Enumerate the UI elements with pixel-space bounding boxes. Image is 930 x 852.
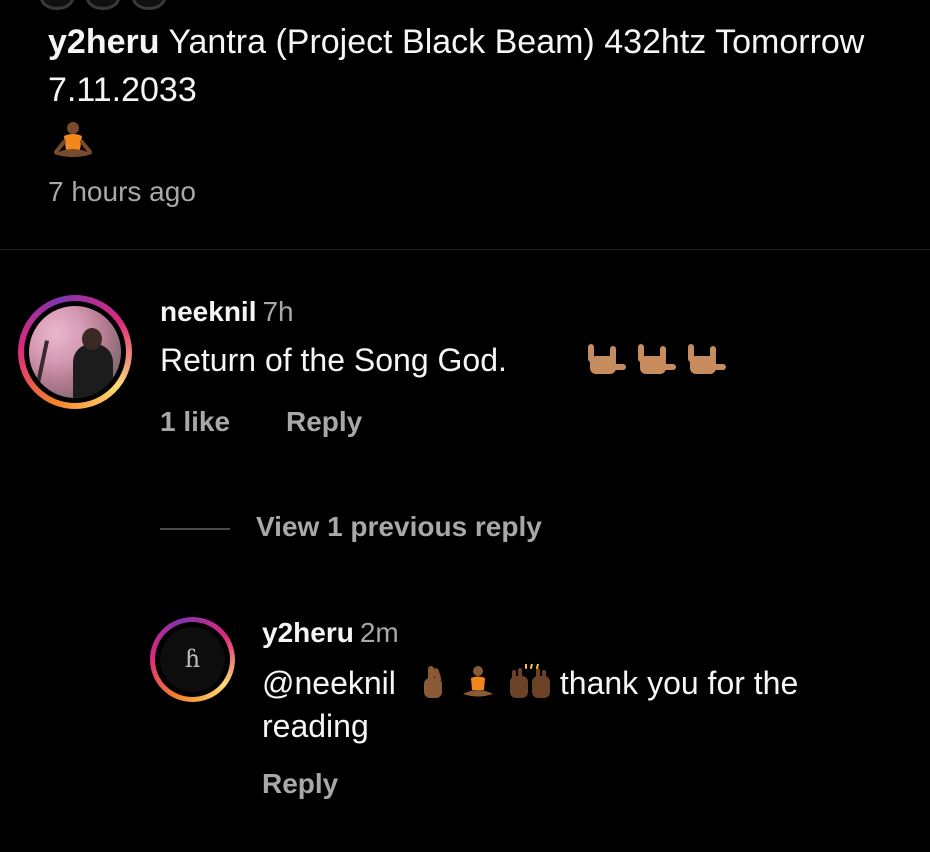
sign-of-the-horns-emoji-icon xyxy=(580,338,730,382)
comment-time: 7h xyxy=(262,296,294,327)
caption-username[interactable]: y2heru xyxy=(48,23,160,61)
avatar xyxy=(86,0,120,10)
avatar xyxy=(40,0,74,10)
avatar xyxy=(132,0,166,10)
comment-like-count[interactable]: 1 like xyxy=(160,406,230,438)
caption-text: Yantra (Project Black Beam) 432htz Tomor… xyxy=(48,23,865,109)
reply-username[interactable]: y2heru xyxy=(262,617,354,648)
mention-link[interactable]: @neeknil xyxy=(262,665,396,701)
avatar[interactable]: ɦ xyxy=(160,627,225,692)
divider xyxy=(0,249,930,250)
reply-author: y2heru 2m xyxy=(262,617,399,649)
reply-time: 2m xyxy=(359,617,399,648)
avatar[interactable] xyxy=(29,306,121,398)
person-in-lotus-position-emoji-icon xyxy=(50,120,96,160)
reply-button[interactable]: Reply xyxy=(286,406,362,438)
reply-emojis-icon xyxy=(418,664,558,700)
view-previous-replies-button[interactable]: View 1 previous reply xyxy=(256,511,542,543)
divider xyxy=(160,528,230,530)
comment-username[interactable]: neeknil xyxy=(160,296,256,327)
post-caption: y2heru Yantra (Project Black Beam) 432ht… xyxy=(48,18,888,114)
comment-text: Return of the Song God. xyxy=(160,342,507,378)
post-timestamp: 7 hours ago xyxy=(48,176,196,207)
reply-text: @neeknil thank you for the reading xyxy=(262,662,902,748)
comment-author: neeknil 7h xyxy=(160,296,294,328)
liked-by-avatars[interactable] xyxy=(40,0,170,10)
reply-button[interactable]: Reply xyxy=(262,768,338,800)
